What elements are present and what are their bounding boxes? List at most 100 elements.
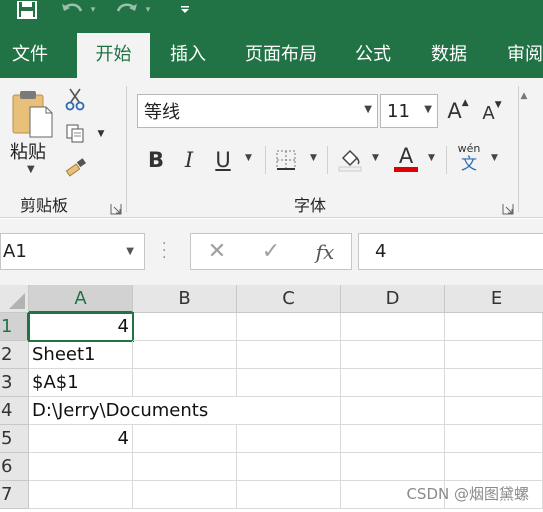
phonetic-guide-button[interactable]: wén 文 xyxy=(454,142,484,174)
ribbon-scroll-icon[interactable]: ▲ xyxy=(519,86,529,106)
cell-e2[interactable] xyxy=(445,341,543,369)
tab-review[interactable]: 审阅 xyxy=(495,33,543,78)
formula-input[interactable]: 4 xyxy=(358,233,543,270)
column-header-b[interactable]: B xyxy=(133,285,237,313)
cell-a5[interactable]: 4 xyxy=(29,425,133,453)
fill-color-icon[interactable] xyxy=(335,144,365,174)
undo-icon[interactable] xyxy=(58,0,86,20)
cell-d4[interactable] xyxy=(341,397,445,425)
column-header-a[interactable]: A xyxy=(29,285,133,313)
row-header-6[interactable]: 6 xyxy=(0,453,29,481)
cell-e1[interactable] xyxy=(445,313,543,341)
borders-dropdown-icon[interactable]: ▼ xyxy=(310,153,317,163)
cell-c3[interactable] xyxy=(237,369,341,397)
cancel-icon[interactable]: ✕ xyxy=(197,234,237,269)
tab-home[interactable]: 开始 xyxy=(77,33,150,78)
font-size-dropdown-icon[interactable]: ▼ xyxy=(424,104,432,115)
row-header-2[interactable]: 2 xyxy=(0,341,29,369)
worksheet-grid: A B C D E 1 2 3 4 5 6 7 4 Sheet1 $A$1 D:… xyxy=(0,285,543,512)
cell-a4[interactable]: D:\Jerry\Documents xyxy=(29,397,208,425)
cell-e4[interactable] xyxy=(445,397,543,425)
row-header-3[interactable]: 3 xyxy=(0,369,29,397)
column-header-e[interactable]: E xyxy=(445,285,543,313)
ribbon-separator xyxy=(126,86,127,212)
cell-b3[interactable] xyxy=(133,369,237,397)
cell-d3[interactable] xyxy=(341,369,445,397)
row-header-5[interactable]: 5 xyxy=(0,425,29,453)
undo-dropdown-icon[interactable]: ▾ xyxy=(88,0,98,20)
row-header-7[interactable]: 7 xyxy=(0,481,29,509)
cell-c1[interactable] xyxy=(237,313,341,341)
cell-e3[interactable] xyxy=(445,369,543,397)
phonetic-bottom-text: 文 xyxy=(460,154,477,173)
name-box[interactable]: A1 ▼ xyxy=(0,233,145,270)
paste-icon[interactable] xyxy=(8,88,56,140)
cell-c6[interactable] xyxy=(237,453,341,481)
cell-e6[interactable] xyxy=(445,453,543,481)
row-header-1[interactable]: 1 xyxy=(0,313,29,341)
format-painter-icon[interactable] xyxy=(62,156,90,182)
cell-a6[interactable] xyxy=(29,453,133,481)
bold-button[interactable]: B xyxy=(142,145,170,175)
font-size-combo[interactable]: 11 ▼ xyxy=(380,94,438,128)
font-name-dropdown-icon[interactable]: ▼ xyxy=(364,104,372,115)
phonetic-dropdown-icon[interactable]: ▼ xyxy=(491,153,498,163)
copy-icon[interactable] xyxy=(62,121,90,147)
tab-page-layout[interactable]: 页面布局 xyxy=(233,33,329,78)
borders-icon[interactable] xyxy=(272,146,300,174)
font-color-button[interactable]: A xyxy=(392,142,420,174)
cell-c7[interactable] xyxy=(237,481,341,509)
cell-a1[interactable]: 4 xyxy=(28,312,134,342)
fill-color-dropdown-icon[interactable]: ▼ xyxy=(372,153,379,163)
increase-font-size-button[interactable]: A ▲ xyxy=(444,96,472,126)
clipboard-dialog-launcher-icon[interactable] xyxy=(110,200,122,215)
cell-d2[interactable] xyxy=(341,341,445,369)
cell-c4[interactable] xyxy=(237,397,341,425)
cell-d1[interactable] xyxy=(341,313,445,341)
cell-b6[interactable] xyxy=(133,453,237,481)
column-header-c[interactable]: C xyxy=(237,285,341,313)
redo-dropdown-icon[interactable]: ▾ xyxy=(143,0,153,20)
underline-dropdown-icon[interactable]: ▼ xyxy=(245,153,252,163)
tab-formulas[interactable]: 公式 xyxy=(343,33,403,78)
cell-d6[interactable] xyxy=(341,453,445,481)
cell-e5[interactable] xyxy=(445,425,543,453)
cell-a2[interactable]: Sheet1 xyxy=(29,341,133,369)
select-all-button[interactable] xyxy=(0,285,29,313)
cell-d5[interactable] xyxy=(341,425,445,453)
decrease-font-size-button[interactable]: A ▼ xyxy=(478,98,506,128)
row-header-4[interactable]: 4 xyxy=(0,397,29,425)
cell-c5[interactable] xyxy=(237,425,341,453)
title-bar: ▾ ▾ xyxy=(0,0,543,33)
font-dialog-launcher-icon[interactable] xyxy=(502,200,514,215)
font-color-swatch xyxy=(394,166,418,172)
save-icon[interactable] xyxy=(15,0,39,20)
italic-button[interactable]: I xyxy=(175,145,203,175)
shrink-font-letter: A xyxy=(482,102,495,124)
font-name-combo[interactable]: 等线 ▼ xyxy=(137,94,378,128)
cell-c2[interactable] xyxy=(237,341,341,369)
underline-button[interactable]: U xyxy=(208,145,238,175)
tab-insert[interactable]: 插入 xyxy=(158,33,218,78)
cell-b2[interactable] xyxy=(133,341,237,369)
cell-b7[interactable] xyxy=(133,481,237,509)
ribbon-separator xyxy=(518,86,519,212)
enter-icon[interactable]: ✓ xyxy=(251,234,291,269)
cut-icon[interactable] xyxy=(62,86,88,112)
cell-b1[interactable] xyxy=(133,313,237,341)
column-header-d[interactable]: D xyxy=(341,285,445,313)
tab-data[interactable]: 数据 xyxy=(419,33,479,78)
insert-function-icon[interactable]: fx xyxy=(305,234,345,269)
copy-dropdown-icon[interactable]: ▼ xyxy=(95,128,107,140)
font-color-dropdown-icon[interactable]: ▼ xyxy=(428,153,435,163)
cell-a3[interactable]: $A$1 xyxy=(29,369,133,397)
cell-a7[interactable] xyxy=(29,481,133,509)
redo-icon[interactable] xyxy=(113,0,141,20)
paste-label[interactable]: 粘贴 xyxy=(10,138,46,164)
formula-bar-resize-handle[interactable]: · · · xyxy=(162,237,166,265)
tab-file[interactable]: 文件 xyxy=(0,33,60,78)
customize-toolbar-icon[interactable] xyxy=(178,0,192,20)
name-box-dropdown-icon[interactable]: ▼ xyxy=(126,234,134,269)
cell-b5[interactable] xyxy=(133,425,237,453)
paste-dropdown-icon[interactable]: ▼ xyxy=(27,164,35,175)
